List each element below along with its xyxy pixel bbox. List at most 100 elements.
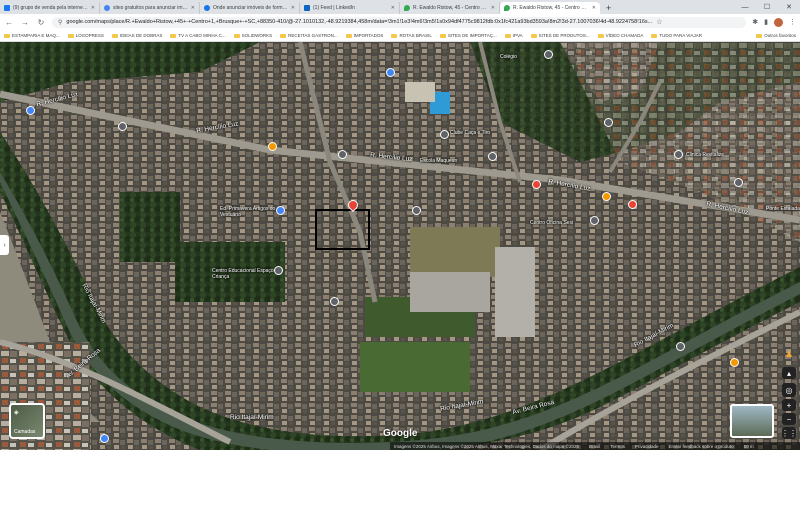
footer-link-privacy[interactable]: Privacidade	[635, 444, 659, 449]
bookmark-item[interactable]: RECEITAS GASTRON...	[280, 33, 338, 38]
bookmark-item[interactable]: SOLIDWORKS	[233, 33, 272, 38]
tab-title: (1) Feed | LinkedIn	[313, 5, 355, 11]
tab-close-icon[interactable]: ✕	[592, 5, 596, 11]
footer-link-feedback[interactable]: Enviar feedback sobre o produto	[669, 444, 734, 449]
poi-marker-icon[interactable]	[590, 216, 599, 225]
browser-tab-2[interactable]: Onde anunciar imóveis de forma gr ✕	[200, 2, 300, 14]
tab-title: (9) grupo de venda pela internet Sc	[13, 5, 88, 11]
grid-apps-icon[interactable]: ⋮⋮	[781, 427, 797, 439]
tab-favicon-icon	[504, 5, 510, 11]
footer-link-country[interactable]: Brasil	[589, 444, 600, 449]
bookmarks-bar: ESTAMPARIA E MAQ... LOGOPRESS IDEIAS DE …	[0, 30, 800, 42]
back-arrow-icon[interactable]: ←	[4, 18, 14, 27]
layers-button[interactable]: ◈ Camadas	[9, 403, 45, 439]
poi-marker-icon[interactable]	[544, 50, 553, 59]
poi-marker-icon[interactable]	[730, 358, 739, 367]
browser-tab-1[interactable]: sites gratuitos para anunciar imovei ✕	[100, 2, 200, 14]
browser-toolbar: ← → ↻ ⚲ google.com/maps/place/R.+Ewaldo+…	[0, 14, 800, 30]
poi-marker-icon[interactable]	[268, 142, 277, 151]
maximize-button[interactable]: ☐	[756, 0, 778, 14]
poi-marker-icon[interactable]	[628, 200, 637, 209]
tab-favicon-icon	[4, 5, 10, 11]
reload-icon[interactable]: ↻	[36, 18, 46, 27]
poi-marker-icon[interactable]	[100, 434, 109, 443]
poi-marker-icon[interactable]	[26, 106, 35, 115]
tab-close-icon[interactable]: ✕	[491, 5, 495, 11]
folder-icon	[504, 33, 511, 38]
zoom-out-button[interactable]: −	[782, 413, 796, 425]
imagery-credit: Imagens ©2025 Airbus, Imagens ©2025 Airb…	[394, 443, 579, 449]
pegman-icon[interactable]: ♟	[784, 349, 794, 363]
poi-marker-icon[interactable]	[674, 150, 683, 159]
poi-marker-icon[interactable]	[276, 206, 285, 215]
zoom-in-button[interactable]: +	[782, 399, 796, 411]
poi-marker-icon[interactable]	[338, 150, 347, 159]
compass-icon[interactable]: ▴	[782, 367, 796, 379]
poi-label[interactable]: Escola Maqueun	[420, 158, 457, 164]
bookmark-item[interactable]: SITES DE IMPORTAÇ...	[439, 33, 497, 38]
poi-label[interactable]: Colégio	[500, 54, 517, 60]
bookmark-item[interactable]: ESTAMPARIA E MAQ...	[4, 33, 60, 38]
poi-marker-icon[interactable]	[488, 152, 497, 161]
poi-marker-icon[interactable]	[274, 266, 283, 275]
sidepanel-icon[interactable]: ▮	[764, 18, 768, 26]
menu-icon[interactable]: ⋮	[789, 18, 796, 26]
poi-marker-icon[interactable]	[412, 206, 421, 215]
poi-marker-icon[interactable]	[604, 118, 613, 127]
poi-marker-icon[interactable]	[386, 68, 395, 77]
browser-tab-active[interactable]: R. Ewaldo Ristow, 45 - Centro 1 - B ✕	[500, 2, 600, 14]
satellite-map[interactable]: R. Hercílio Luz R. Hercílio Luz R. Hercí…	[0, 42, 800, 450]
poi-label[interactable]: Centro Oficina Sesi	[530, 220, 573, 226]
bookmark-item[interactable]: SITES DE PRODUTOS...	[530, 33, 590, 38]
new-tab-button[interactable]: +	[600, 2, 617, 14]
tab-close-icon[interactable]: ✕	[91, 5, 95, 11]
bookmark-item[interactable]: VÍDEO CHAMADA	[597, 33, 643, 38]
bookmark-item[interactable]: IMPORTADOS	[345, 33, 383, 38]
browser-tab-3[interactable]: (1) Feed | LinkedIn ✕	[300, 2, 400, 14]
poi-marker-icon[interactable]	[532, 180, 541, 189]
tab-favicon-icon	[304, 5, 310, 11]
bookmark-item[interactable]: LOGOPRESS	[67, 33, 104, 38]
street-view-thumbnail[interactable]	[730, 404, 774, 438]
site-info-icon[interactable]: ⚲	[58, 19, 62, 26]
forward-arrow-icon[interactable]: →	[20, 18, 30, 27]
bookmark-star-icon[interactable]: ☆	[656, 18, 662, 26]
folder-icon	[280, 33, 287, 38]
tab-title: sites gratuitos para anunciar imovei	[113, 5, 188, 11]
poi-label[interactable]: Clube Caça e Tiro	[450, 130, 490, 136]
tab-strip: (9) grupo de venda pela internet Sc ✕ si…	[0, 0, 800, 14]
tab-close-icon[interactable]: ✕	[391, 5, 395, 11]
folder-icon	[345, 33, 352, 38]
address-bar[interactable]: ⚲ google.com/maps/place/R.+Ewaldo+Ristow…	[52, 16, 747, 28]
tab-close-icon[interactable]: ✕	[191, 5, 195, 11]
side-panel-toggle[interactable]: ›	[0, 235, 9, 255]
poi-marker-icon[interactable]	[602, 192, 611, 201]
close-window-button[interactable]: ✕	[778, 0, 800, 14]
bookmark-item[interactable]: TUDO PARA VIAJAR	[651, 33, 702, 38]
poi-marker-icon[interactable]	[734, 178, 743, 187]
bookmark-item[interactable]: TV A CABO MINHA C...	[170, 33, 226, 38]
poi-label[interactable]: Clinica Revitalize	[686, 152, 724, 158]
scale-bar[interactable]: 50 m	[744, 444, 754, 449]
poi-marker-icon[interactable]	[118, 122, 127, 131]
bookmark-item[interactable]: IDEIAS DE DOBRAS	[111, 33, 162, 38]
folder-icon	[597, 33, 604, 38]
extensions-icon[interactable]: ✱	[752, 18, 758, 26]
poi-marker-icon[interactable]	[330, 297, 339, 306]
browser-tab-0[interactable]: (9) grupo de venda pela internet Sc ✕	[0, 2, 100, 14]
poi-marker-icon[interactable]	[676, 342, 685, 351]
poi-marker-icon[interactable]	[440, 130, 449, 139]
poi-label[interactable]: Centro Educacional Espaço da Criança	[212, 268, 282, 280]
footer-link-terms[interactable]: Termos	[610, 444, 625, 449]
tab-close-icon[interactable]: ✕	[291, 5, 295, 11]
bookmark-item[interactable]: IPVA	[504, 33, 523, 38]
browser-tab-4[interactable]: R. Ewaldo Ristow, 45 - Centro 1 - B ✕	[400, 2, 500, 14]
other-bookmarks[interactable]: Outros favoritos	[756, 33, 796, 38]
poi-label[interactable]: Ponte Estaiada	[766, 206, 800, 212]
bookmark-item[interactable]: ROTAS BRASIL	[391, 33, 432, 38]
profile-avatar[interactable]	[774, 17, 783, 27]
tab-favicon-icon	[404, 5, 410, 11]
folder-icon	[530, 33, 537, 38]
minimize-button[interactable]: —	[734, 0, 756, 14]
my-location-icon[interactable]: ◎	[782, 383, 796, 397]
